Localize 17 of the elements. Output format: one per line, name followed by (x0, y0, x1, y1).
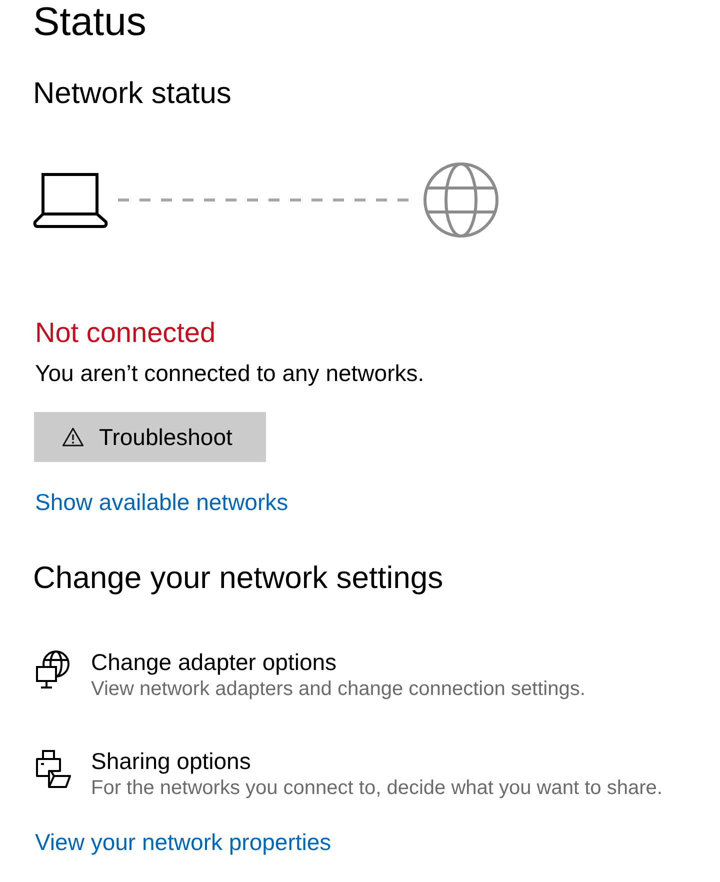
status-message: You aren’t connected to any networks. (35, 359, 424, 387)
connection-status-text: Not connected (35, 316, 216, 350)
troubleshoot-button[interactable]: Troubleshoot (34, 412, 266, 462)
page-title: Status (33, 0, 146, 44)
settings-option-link[interactable]: Change adapter options (91, 648, 337, 676)
section-heading: Network status (33, 76, 232, 112)
section-heading: Change your network settings (33, 560, 444, 596)
warning-icon (62, 427, 84, 447)
option-description: For the networks you connect to, decide what you want to share. (91, 776, 662, 801)
globe-icon (423, 162, 499, 238)
option-description: View network adapters and change connection settings. (91, 677, 586, 702)
show-networks-link[interactable]: Show available networks (35, 487, 288, 517)
laptop-icon (33, 172, 108, 228)
settings-option-link[interactable]: Sharing options (91, 747, 251, 775)
printer-folder-icon (35, 749, 71, 789)
network-properties-link[interactable]: View your network properties (35, 827, 332, 857)
globe-monitor-icon (35, 650, 71, 690)
